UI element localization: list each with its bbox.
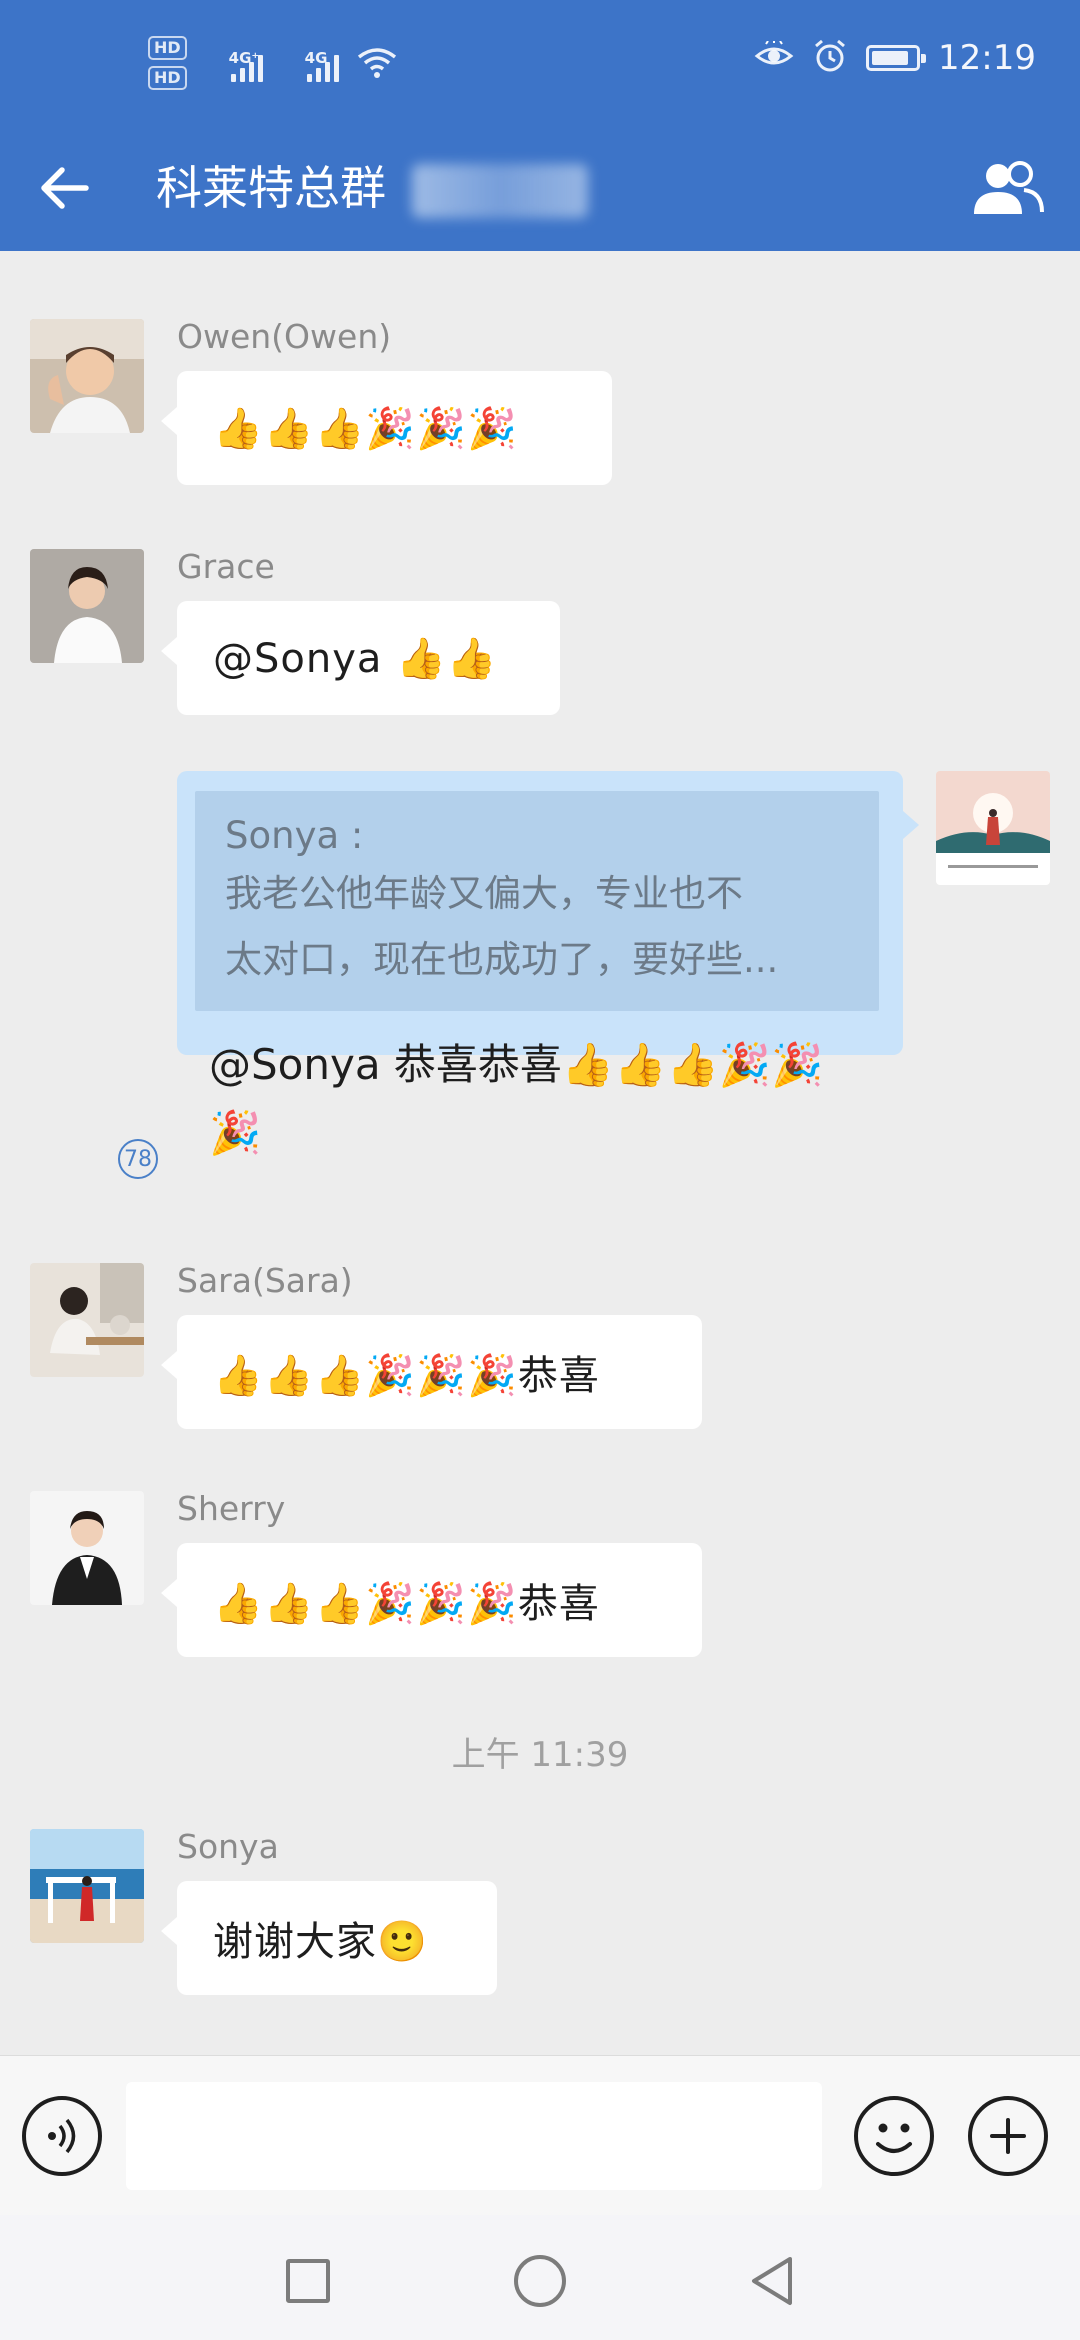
message-text: 👍👍👍🎉🎉🎉恭喜 xyxy=(213,1581,600,1627)
recents-square-icon[interactable] xyxy=(286,2259,330,2303)
my-message-bubble[interactable]: Sonya : 我老公他年龄又偏大，专业也不 太对口，现在也成功了，要好些...… xyxy=(177,771,919,1157)
message-list[interactable]: Owen(Owen) 👍👍👍🎉🎉🎉 Grace @Sonya 👍👍 Sonya … xyxy=(0,251,1080,2055)
message-text: 👍👍👍🎉🎉🎉 xyxy=(213,405,518,452)
time-divider: 上午 11:39 xyxy=(451,1735,629,1775)
read-count-badge[interactable]: 78 xyxy=(118,1139,158,1179)
network-type-2: 4G xyxy=(304,48,328,67)
home-circle-icon[interactable] xyxy=(514,2255,566,2307)
smiley-icon xyxy=(876,2123,912,2153)
group-members-button[interactable] xyxy=(966,152,1050,224)
quoted-message[interactable]: Sonya : 我老公他年龄又偏大，专业也不 太对口，现在也成功了，要好些... xyxy=(195,791,879,1011)
signal-icon-2: 4G xyxy=(281,45,339,82)
network-type-1: 4G⁺ xyxy=(228,48,260,67)
arrow-left-icon xyxy=(41,167,89,209)
message-bubble[interactable]: 谢谢大家🙂 xyxy=(161,1881,497,1995)
signal-icon-1: 4G⁺ xyxy=(205,45,263,82)
chat-title: 科莱特总群 xyxy=(156,161,386,215)
quoted-text-line-2: 太对口，现在也成功了，要好些... xyxy=(225,938,779,981)
avatar[interactable] xyxy=(30,319,144,433)
message-text: 👍👍👍🎉🎉🎉恭喜 xyxy=(213,1353,600,1399)
status-bar: HD HD 4G⁺ 4G 12:19 xyxy=(0,0,1080,130)
emoji-button[interactable] xyxy=(854,2096,934,2176)
system-nav-bar xyxy=(0,2215,1080,2340)
sender-name: Sonya xyxy=(177,1827,279,1866)
battery-fill xyxy=(872,51,908,65)
wifi-icon xyxy=(357,47,397,79)
message-text: 谢谢大家🙂 xyxy=(213,1919,428,1965)
battery-icon xyxy=(866,45,927,71)
message-input[interactable] xyxy=(126,2082,822,2190)
message-bubble[interactable]: @Sonya 👍👍 xyxy=(161,601,560,715)
message-bubble[interactable]: 👍👍👍🎉🎉🎉 xyxy=(161,371,612,485)
hd-badge-2: HD xyxy=(148,66,187,90)
back-button[interactable] xyxy=(28,152,100,224)
voice-button[interactable] xyxy=(22,2096,102,2176)
title-bar: 科莱特总群 xyxy=(0,130,1080,251)
quoted-text-line-1: 我老公他年龄又偏大，专业也不 xyxy=(225,872,743,915)
status-left-group: HD HD 4G⁺ 4G xyxy=(148,36,397,90)
sender-name: Owen(Owen) xyxy=(177,317,392,356)
sender-name: Sherry xyxy=(177,1489,286,1528)
sender-name: Grace xyxy=(177,547,275,586)
sender-name: Sara(Sara) xyxy=(177,1261,353,1300)
message-bubble[interactable]: 👍👍👍🎉🎉🎉恭喜 xyxy=(161,1315,702,1429)
status-right-group: 12:19 xyxy=(754,38,1036,78)
hd-indicators: HD HD xyxy=(148,36,187,90)
avatar[interactable] xyxy=(30,1829,144,1943)
eye-comfort-icon xyxy=(754,40,794,75)
more-actions-button[interactable] xyxy=(968,2096,1048,2176)
message-text: @Sonya 恭喜恭喜👍👍👍🎉🎉🎉 xyxy=(209,1040,824,1157)
voice-icon xyxy=(48,2118,76,2154)
back-triangle-icon[interactable] xyxy=(744,2253,800,2309)
group-members-icon xyxy=(974,161,1044,214)
message-bubble[interactable]: 👍👍👍🎉🎉🎉恭喜 xyxy=(161,1543,702,1657)
status-time: 12:19 xyxy=(938,38,1036,78)
alarm-icon xyxy=(812,38,848,78)
quoted-sender: Sonya : xyxy=(225,814,364,857)
my-avatar[interactable] xyxy=(936,771,1050,885)
previous-message-edge xyxy=(0,251,1080,257)
plus-icon xyxy=(990,2118,1026,2154)
input-bar xyxy=(0,2055,1080,2215)
avatar[interactable] xyxy=(30,1491,144,1605)
app-bar: HD HD 4G⁺ 4G 12:19 科莱特总群 xyxy=(0,0,1080,251)
avatar[interactable] xyxy=(30,549,144,663)
message-text: @Sonya 👍👍 xyxy=(213,635,498,682)
blurred-title-suffix xyxy=(412,164,588,218)
hd-badge-1: HD xyxy=(148,36,187,60)
avatar[interactable] xyxy=(30,1263,144,1377)
